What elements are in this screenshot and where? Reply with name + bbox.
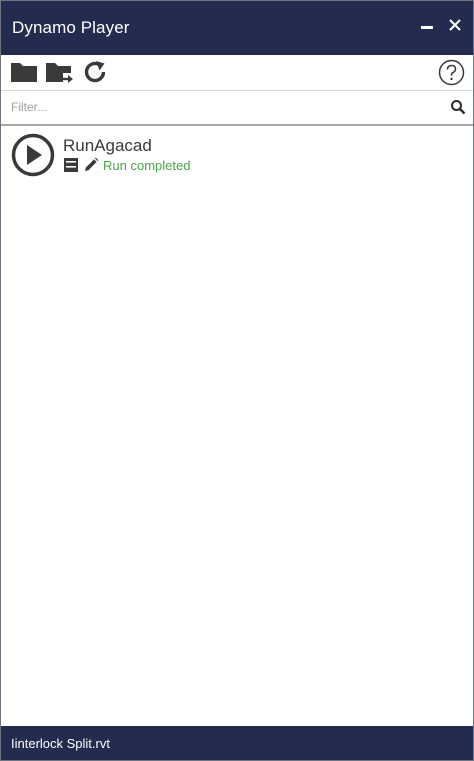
active-document-name: Iinterlock Split.rvt (11, 735, 110, 751)
refresh-icon[interactable] (82, 59, 108, 85)
folder-icon[interactable] (10, 60, 38, 84)
filter-bar (1, 91, 473, 126)
title-bar: Dynamo Player (1, 1, 473, 55)
window-controls (419, 17, 463, 33)
script-meta: Run completed (63, 157, 190, 173)
folder-export-icon[interactable] (45, 60, 75, 84)
minimize-icon[interactable] (419, 17, 435, 33)
script-name[interactable]: RunAgacad (63, 136, 152, 156)
play-icon[interactable] (11, 133, 55, 177)
script-item: RunAgacad Run completed (1, 126, 473, 184)
filter-input[interactable] (1, 91, 431, 122)
status-bar: Iinterlock Split.rvt (1, 726, 473, 760)
inputs-icon[interactable] (63, 157, 79, 173)
close-icon[interactable] (447, 17, 463, 33)
edit-pencil-icon[interactable] (83, 157, 99, 173)
search-icon[interactable] (450, 99, 466, 115)
script-list: RunAgacad Run completed (1, 126, 473, 726)
window-title: Dynamo Player (12, 18, 130, 37)
help-icon[interactable] (438, 59, 465, 86)
dynamo-player-window: Dynamo Player Filter... RunAgacad Run co… (0, 0, 474, 761)
toolbar (1, 55, 473, 91)
run-status-text: Run completed (103, 157, 191, 173)
